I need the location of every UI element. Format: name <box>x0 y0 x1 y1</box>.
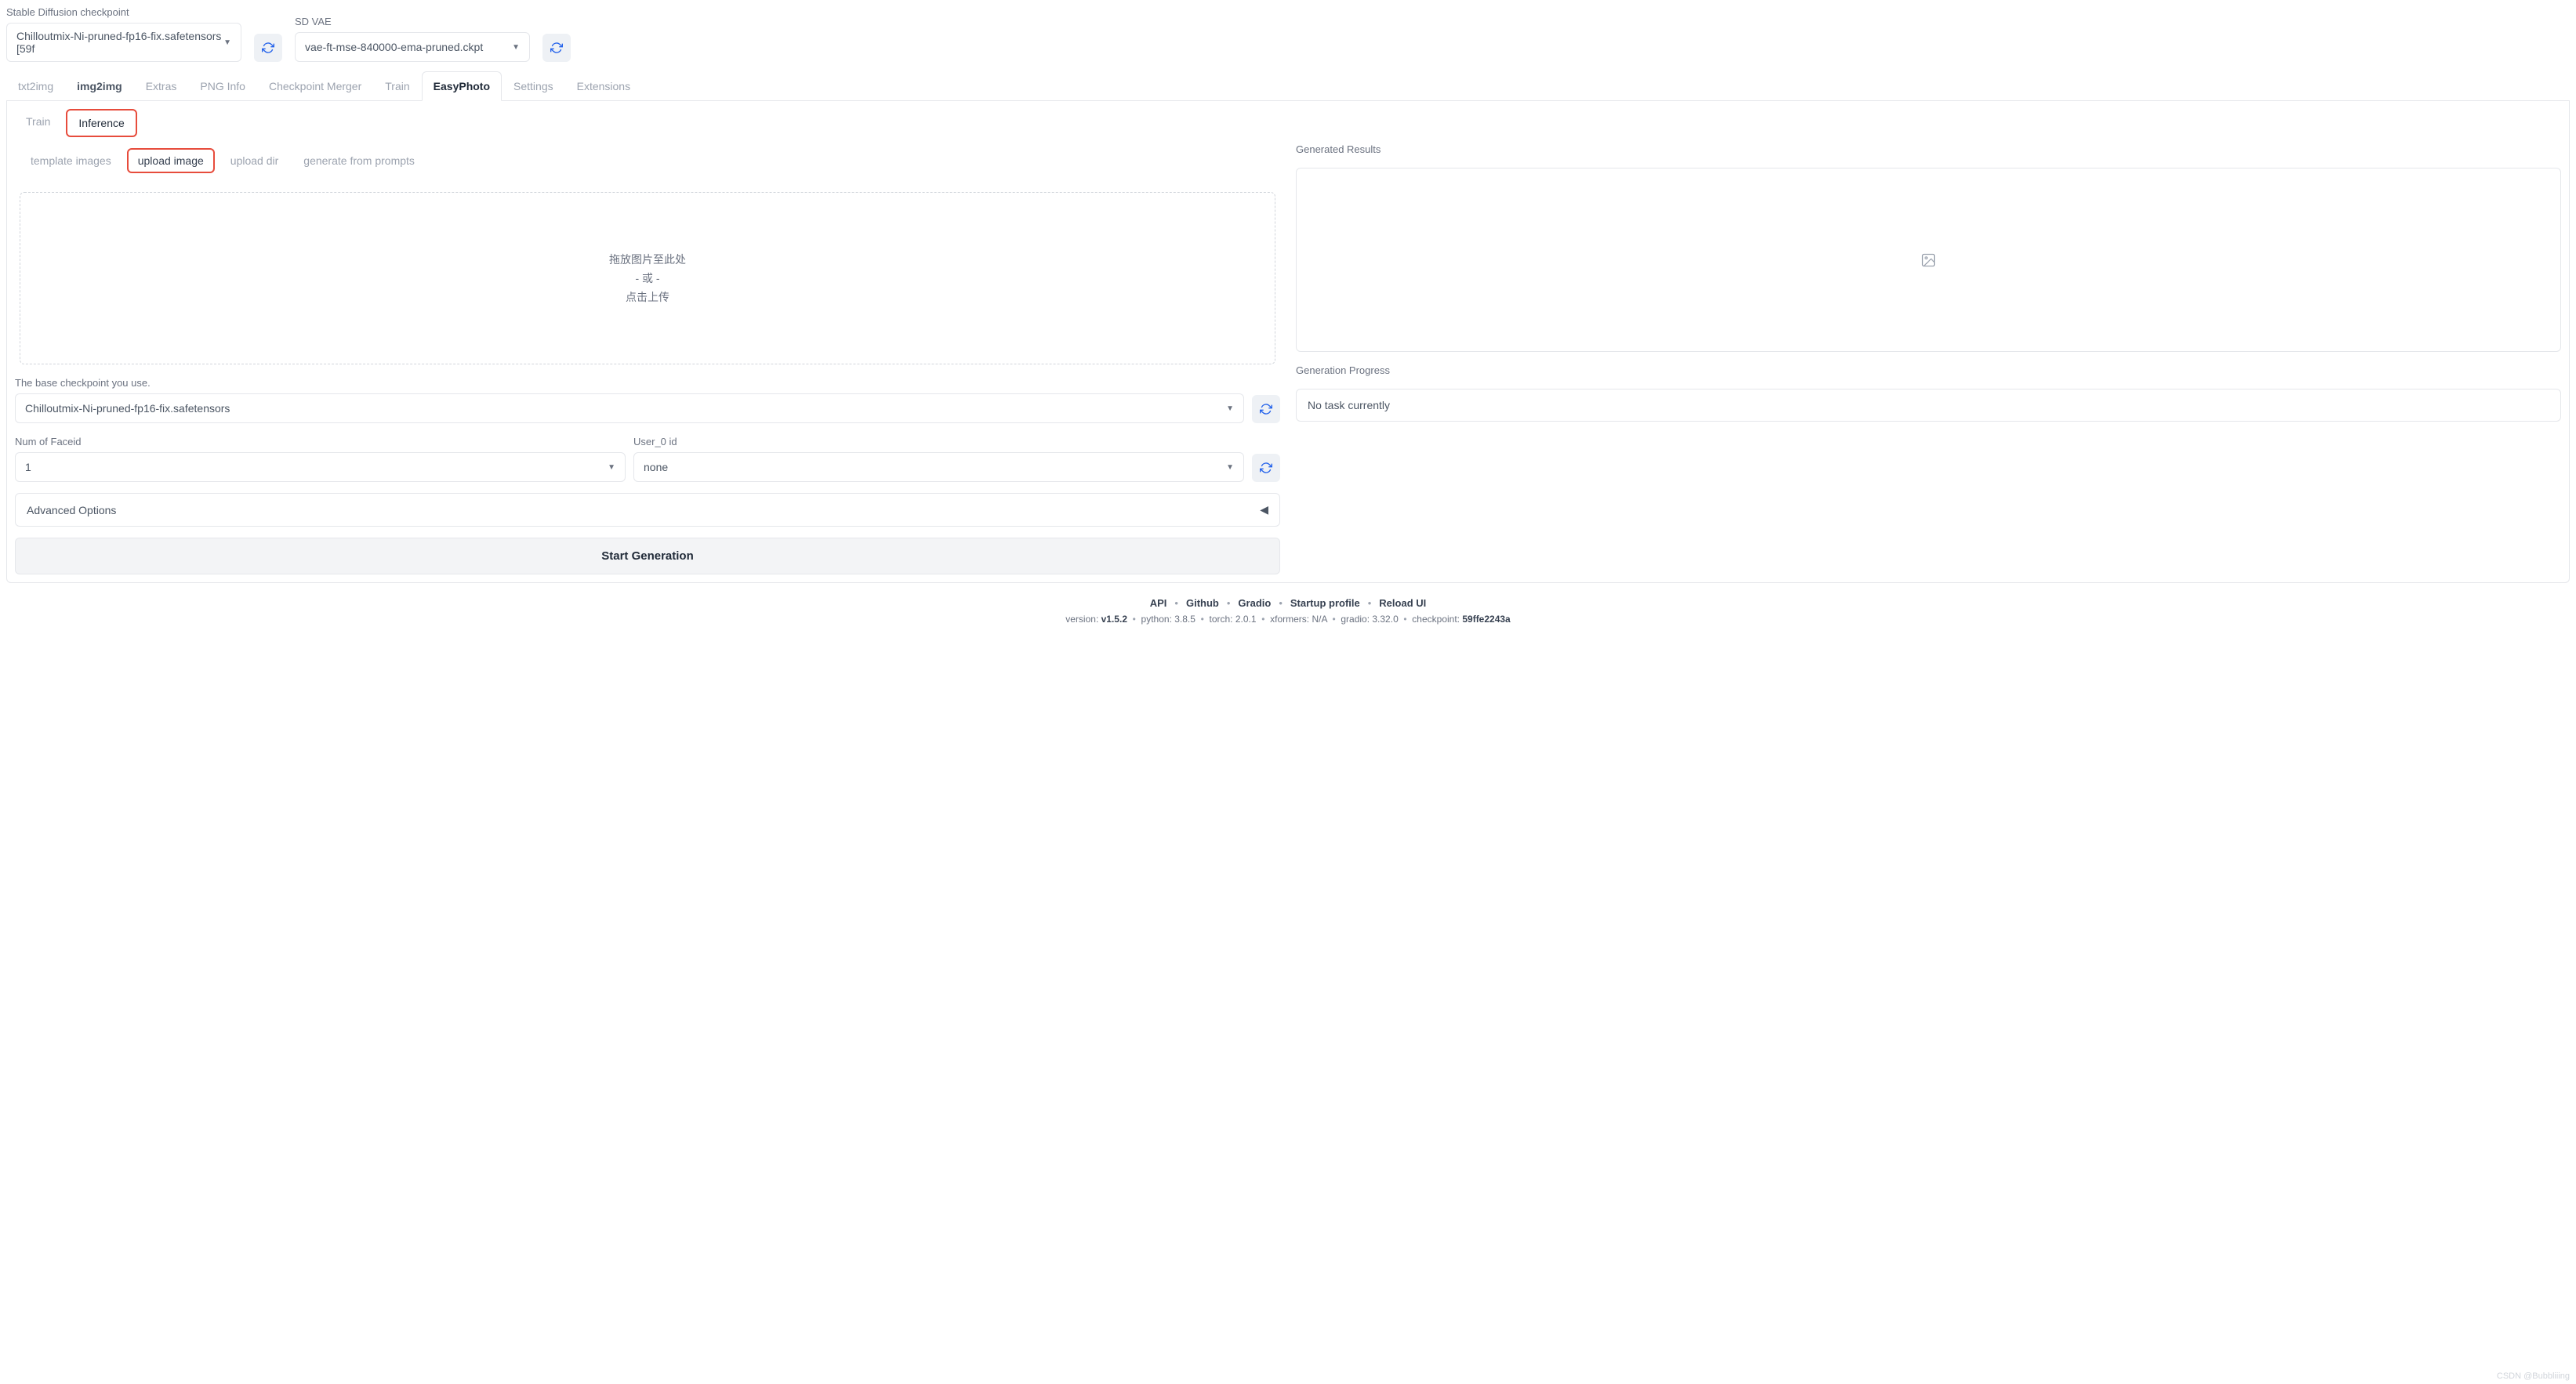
base-checkpoint-value: Chilloutmix-Ni-pruned-fp16-fix.safetenso… <box>25 402 230 415</box>
vae-label: SD VAE <box>295 16 530 27</box>
chevron-left-icon: ◀ <box>1260 503 1268 516</box>
dot-icon: • <box>1368 597 1372 609</box>
footer-links: API • Github • Gradio • Startup profile … <box>6 597 2570 609</box>
userid-group: User_0 id none ▼ <box>633 434 1244 482</box>
checkpoint-label: Stable Diffusion checkpoint <box>6 6 241 18</box>
chevron-down-icon: ▼ <box>1226 404 1234 413</box>
footer-link-startup-profile[interactable]: Startup profile <box>1290 597 1360 609</box>
python-value: 3.8.5 <box>1174 614 1195 625</box>
dot-icon: • <box>1279 597 1283 609</box>
tab-pnginfo[interactable]: PNG Info <box>188 71 257 101</box>
advanced-options-accordion[interactable]: Advanced Options ◀ <box>15 493 1280 527</box>
xformers-label: xformers: <box>1270 614 1312 625</box>
image-placeholder-icon <box>1921 252 1936 268</box>
dropzone-line1: 拖放图片至此处 <box>609 252 686 267</box>
footer-link-api[interactable]: API <box>1150 597 1167 609</box>
right-column: Generated Results Generation Progress No… <box>1296 142 2561 574</box>
dot-icon: • <box>1174 597 1178 609</box>
chevron-down-icon: ▼ <box>608 463 615 472</box>
torch-label: torch: <box>1210 614 1235 625</box>
base-checkpoint-group: The base checkpoint you use. Chilloutmix… <box>15 375 1280 423</box>
dot-icon: • <box>1227 597 1231 609</box>
progress-value: No task currently <box>1296 389 2561 422</box>
dropzone-line3: 点击上传 <box>626 289 669 305</box>
results-label: Generated Results <box>1296 143 2561 155</box>
torch-value: 2.0.1 <box>1235 614 1257 625</box>
tab-train[interactable]: Train <box>373 71 421 101</box>
tab-txt2img[interactable]: txt2img <box>6 71 65 101</box>
python-label: python: <box>1141 614 1175 625</box>
chevron-down-icon: ▼ <box>1226 463 1234 472</box>
tab-settings[interactable]: Settings <box>502 71 565 101</box>
main-tabs: txt2img img2img Extras PNG Info Checkpoi… <box>6 71 2570 101</box>
checkpoint-value: 59ffe2243a <box>1462 614 1510 625</box>
innertab-template-images[interactable]: template images <box>21 150 121 172</box>
tab-easyphoto[interactable]: EasyPhoto <box>422 71 502 101</box>
userid-value: none <box>644 461 668 473</box>
tab-img2img[interactable]: img2img <box>65 71 134 101</box>
inference-innertabs: template images upload image upload dir … <box>21 148 1274 173</box>
gradio-label: gradio: <box>1341 614 1372 625</box>
watermark: CSDN @Bubbliiing <box>2497 1371 2570 1381</box>
faceid-group: Num of Faceid 1 ▼ <box>15 434 626 482</box>
innertab-upload-image[interactable]: upload image <box>127 148 215 173</box>
refresh-checkpoint-button[interactable] <box>254 34 282 62</box>
left-column: template images upload image upload dir … <box>15 142 1280 574</box>
version-label: version: <box>1065 614 1101 625</box>
progress-label: Generation Progress <box>1296 364 2561 376</box>
easyphoto-panel: Train Inference template images upload i… <box>6 101 2570 583</box>
vae-value: vae-ft-mse-840000-ema-pruned.ckpt <box>305 41 483 53</box>
userid-dropdown[interactable]: none ▼ <box>633 452 1244 482</box>
footer: API • Github • Gradio • Startup profile … <box>6 597 2570 625</box>
refresh-vae-button[interactable] <box>542 34 571 62</box>
xformers-value: N/A <box>1312 614 1326 625</box>
header-row: Stable Diffusion checkpoint Chilloutmix-… <box>6 6 2570 62</box>
tab-extras[interactable]: Extras <box>134 71 189 101</box>
base-checkpoint-label: The base checkpoint you use. <box>15 377 1280 389</box>
refresh-icon <box>1260 403 1272 415</box>
refresh-icon <box>550 42 563 54</box>
faceid-dropdown[interactable]: 1 ▼ <box>15 452 626 482</box>
results-box <box>1296 168 2561 352</box>
subtab-inference[interactable]: Inference <box>66 109 136 137</box>
vae-dropdown[interactable]: vae-ft-mse-840000-ema-pruned.ckpt ▼ <box>295 32 530 62</box>
userid-label: User_0 id <box>633 436 1244 447</box>
chevron-down-icon: ▼ <box>512 43 520 52</box>
advanced-options-label: Advanced Options <box>27 504 116 516</box>
gradio-value: 3.32.0 <box>1372 614 1398 625</box>
checkpoint-value: Chilloutmix-Ni-pruned-fp16-fix.safetenso… <box>16 30 223 55</box>
refresh-icon <box>1260 462 1272 474</box>
easyphoto-subtabs: Train Inference <box>15 109 2561 137</box>
checkpoint-dropdown[interactable]: Chilloutmix-Ni-pruned-fp16-fix.safetenso… <box>6 23 241 62</box>
innertab-generate-prompts[interactable]: generate from prompts <box>294 150 424 172</box>
tab-extensions[interactable]: Extensions <box>565 71 642 101</box>
base-checkpoint-dropdown[interactable]: Chilloutmix-Ni-pruned-fp16-fix.safetenso… <box>15 393 1244 423</box>
tab-checkpoint-merger[interactable]: Checkpoint Merger <box>257 71 373 101</box>
subtab-train[interactable]: Train <box>15 109 61 137</box>
start-generation-button[interactable]: Start Generation <box>15 538 1280 574</box>
footer-link-gradio[interactable]: Gradio <box>1238 597 1271 609</box>
chevron-down-icon: ▼ <box>223 38 231 47</box>
checkpoint-group: Stable Diffusion checkpoint Chilloutmix-… <box>6 6 241 62</box>
faceid-value: 1 <box>25 461 31 473</box>
vae-group: SD VAE vae-ft-mse-840000-ema-pruned.ckpt… <box>295 16 530 62</box>
version-value: v1.5.2 <box>1101 614 1127 625</box>
innertab-upload-dir[interactable]: upload dir <box>221 150 288 172</box>
footer-link-github[interactable]: Github <box>1186 597 1219 609</box>
footer-meta: version: v1.5.2 • python: 3.8.5 • torch:… <box>6 614 2570 625</box>
refresh-base-checkpoint-button[interactable] <box>1252 395 1280 423</box>
upload-dropzone[interactable]: 拖放图片至此处 - 或 - 点击上传 <box>20 192 1275 364</box>
refresh-icon <box>262 42 274 54</box>
checkpoint-label: checkpoint: <box>1412 614 1462 625</box>
refresh-userid-button[interactable] <box>1252 454 1280 482</box>
footer-link-reload-ui[interactable]: Reload UI <box>1379 597 1426 609</box>
dropzone-line2: - 或 - <box>635 270 659 286</box>
faceid-label: Num of Faceid <box>15 436 626 447</box>
